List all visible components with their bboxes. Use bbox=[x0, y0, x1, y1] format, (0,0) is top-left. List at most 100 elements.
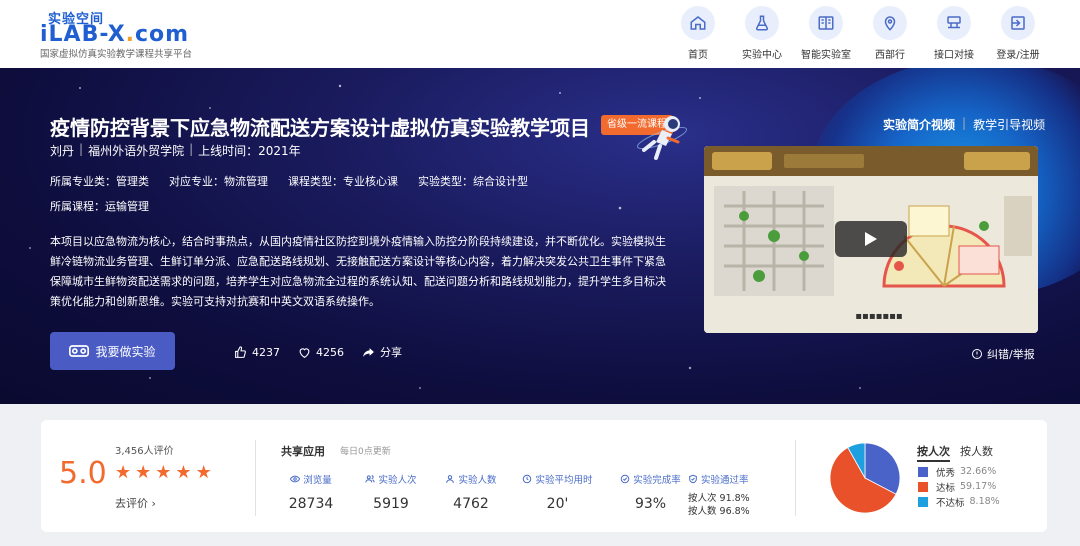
like-count: 4237 bbox=[252, 345, 280, 359]
tag-experiment-type: 实验类型：综合设计型 bbox=[418, 175, 528, 188]
metric-label: 实验平均用时 bbox=[535, 475, 593, 486]
legend-swatch bbox=[918, 481, 928, 492]
heart-icon bbox=[299, 347, 310, 358]
interface-icon bbox=[937, 6, 971, 40]
pass-by-times: 按人次 91.8% bbox=[688, 493, 750, 504]
metric-pass-rate: 实验通过率 按人次 91.8% 按人数 96.8% bbox=[688, 472, 750, 518]
clock-icon bbox=[523, 474, 532, 484]
legend-swatch bbox=[918, 496, 928, 507]
legend-value: 59.17% bbox=[960, 481, 997, 492]
author-name[interactable]: 刘丹 bbox=[50, 142, 74, 159]
share-title: 共享应用 bbox=[281, 445, 325, 458]
nav-label: 实验中心 bbox=[742, 50, 782, 61]
nav-label: 登录/注册 bbox=[996, 50, 1040, 61]
nav-smart-lab[interactable]: 智能实验室 bbox=[794, 6, 858, 62]
legend-item: 达标 59.17% bbox=[918, 479, 1000, 494]
tag-major-category: 所属专业类：管理类 bbox=[50, 175, 149, 188]
tag-course: 所属课程：运输管理 bbox=[50, 200, 149, 213]
online-date: 上线时间：2021年 bbox=[198, 144, 301, 158]
nav-home[interactable]: 首页 bbox=[666, 6, 730, 62]
share-update-note: 每日0点更新 bbox=[340, 447, 391, 457]
user-icon bbox=[446, 475, 455, 483]
tab-by-people[interactable]: 按人数 bbox=[960, 443, 993, 462]
metric-value: 20' bbox=[546, 496, 569, 512]
legend-item: 优秀 32.66% bbox=[918, 464, 1000, 479]
legend-label: 优秀 bbox=[936, 467, 956, 479]
pass-by-people: 按人数 96.8% bbox=[688, 506, 750, 517]
do-experiment-label: 我要做实验 bbox=[95, 344, 156, 359]
metric-value: 5919 bbox=[373, 496, 409, 512]
nav-label: 首页 bbox=[688, 50, 708, 61]
star-icon: ★ bbox=[195, 462, 212, 483]
pie-legend: 优秀 32.66% 达标 59.17% 不达标 8.18% bbox=[918, 464, 1000, 509]
play-button[interactable] bbox=[835, 221, 907, 257]
project-meta: 刘丹 | 福州外语外贸学院 | 上线时间：2021年 bbox=[50, 142, 301, 159]
nav-interface[interactable]: 接口对接 bbox=[922, 6, 986, 62]
divider bbox=[255, 440, 256, 516]
main-nav: 首页 实验中心 智能实验室 西部行 接口对接 登录/注册 bbox=[666, 6, 1050, 62]
video-player[interactable]: ▪▪▪▪▪▪▪ bbox=[704, 146, 1038, 333]
rating-stars: ★ ★ ★ ★ ★ bbox=[115, 462, 216, 483]
site-header: 实验空间 iLAB-X.com 国家虚拟仿真实验教学课程共享平台 首页 实验中心… bbox=[0, 0, 1080, 68]
share-button[interactable]: 分享 bbox=[362, 344, 402, 360]
grade-pie-chart bbox=[829, 442, 901, 514]
do-experiment-button[interactable]: 我要做实验 bbox=[50, 332, 175, 370]
school-name[interactable]: 福州外语外贸学院 bbox=[88, 142, 184, 159]
project-description: 本项目以应急物流为核心，结合时事热点，从国内疫情社区防控到境外疫情输入防控分阶段… bbox=[50, 235, 666, 308]
pie-tabs: 按人次 按人数 bbox=[917, 443, 1003, 462]
play-icon bbox=[865, 232, 877, 246]
vr-glasses-icon bbox=[69, 345, 90, 357]
metric-avg-time: 实验平均用时 20' bbox=[511, 472, 604, 512]
video-tabs: 实验简介视频 | 教学引导视频 bbox=[883, 116, 1046, 133]
project-tags: 所属专业类：管理类 对应专业：物流管理 课程类型：专业核心课 实验类型：综合设计… bbox=[50, 173, 548, 189]
social-actions: 4237 4256 分享 bbox=[234, 344, 420, 360]
tab-intro-video[interactable]: 实验简介视频 bbox=[883, 116, 955, 133]
tab-guide-video[interactable]: 教学引导视频 bbox=[973, 116, 1045, 133]
favorite-button[interactable]: 4256 bbox=[298, 344, 344, 360]
like-button[interactable]: 4237 bbox=[234, 344, 280, 360]
legend-value: 32.66% bbox=[960, 466, 997, 477]
metric-label: 实验完成率 bbox=[633, 475, 681, 486]
tag-major: 对应专业：物流管理 bbox=[169, 175, 268, 188]
rating-count: 3,456人评价 bbox=[115, 446, 174, 457]
tab-by-attempts[interactable]: 按人次 bbox=[917, 443, 950, 462]
rating-score: 5.0 bbox=[59, 456, 107, 491]
metric-views: 浏览量 28734 bbox=[271, 472, 351, 512]
lab-book-icon bbox=[809, 6, 843, 40]
report-label: 纠错/举报 bbox=[987, 348, 1035, 361]
favorite-count: 4256 bbox=[316, 345, 344, 359]
nav-label: 智能实验室 bbox=[801, 50, 851, 61]
metric-label: 实验通过率 bbox=[701, 475, 749, 486]
nav-lab-center[interactable]: 实验中心 bbox=[730, 6, 794, 62]
metric-value: 28734 bbox=[288, 496, 334, 512]
legend-label: 不达标 bbox=[936, 497, 965, 509]
eye-icon bbox=[290, 475, 301, 483]
metric-label: 实验人数 bbox=[458, 475, 497, 486]
metrics-row: 浏览量 28734 实验人次 5919 实验人数 4762 实验平均用时 20' bbox=[271, 472, 697, 512]
logo-main-text: iLAB-X.com bbox=[40, 22, 190, 47]
stats-card: 5.0 3,456人评价 ★ ★ ★ ★ ★ 去评价 › 共享应用 每日0点更新… bbox=[41, 420, 1047, 532]
site-logo[interactable]: 实验空间 iLAB-X.com 国家虚拟仿真实验教学课程共享平台 bbox=[40, 8, 240, 60]
svg-text:▪▪▪▪▪▪▪: ▪▪▪▪▪▪▪ bbox=[855, 311, 902, 322]
legend-swatch bbox=[918, 466, 928, 477]
nav-login[interactable]: 登录/注册 bbox=[986, 6, 1050, 62]
tag-course-type: 课程类型：专业核心课 bbox=[288, 175, 398, 188]
star-icon: ★ bbox=[135, 462, 152, 483]
metric-completion: 实验完成率 93% bbox=[604, 472, 697, 512]
report-link[interactable]: 纠错/举报 bbox=[971, 346, 1035, 362]
flask-icon bbox=[745, 6, 779, 40]
users-icon bbox=[365, 475, 376, 483]
legend-item: 不达标 8.18% bbox=[918, 494, 1000, 509]
alert-circle-icon bbox=[972, 349, 982, 359]
location-icon bbox=[873, 6, 907, 40]
metric-label: 实验人次 bbox=[378, 475, 417, 486]
legend-value: 8.18% bbox=[969, 496, 1000, 507]
project-banner: 疫情防控背景下应急物流配送方案设计虚拟仿真实验教学项目 省级一流课程 刘丹 | … bbox=[0, 68, 1080, 404]
metric-participants: 实验人数 4762 bbox=[431, 472, 511, 512]
nav-west[interactable]: 西部行 bbox=[858, 6, 922, 62]
go-rate-link[interactable]: 去评价 › bbox=[115, 495, 156, 511]
share-icon bbox=[363, 347, 374, 357]
shield-check-icon bbox=[689, 474, 697, 484]
login-icon bbox=[1001, 6, 1035, 40]
metric-value: 93% bbox=[634, 496, 667, 512]
